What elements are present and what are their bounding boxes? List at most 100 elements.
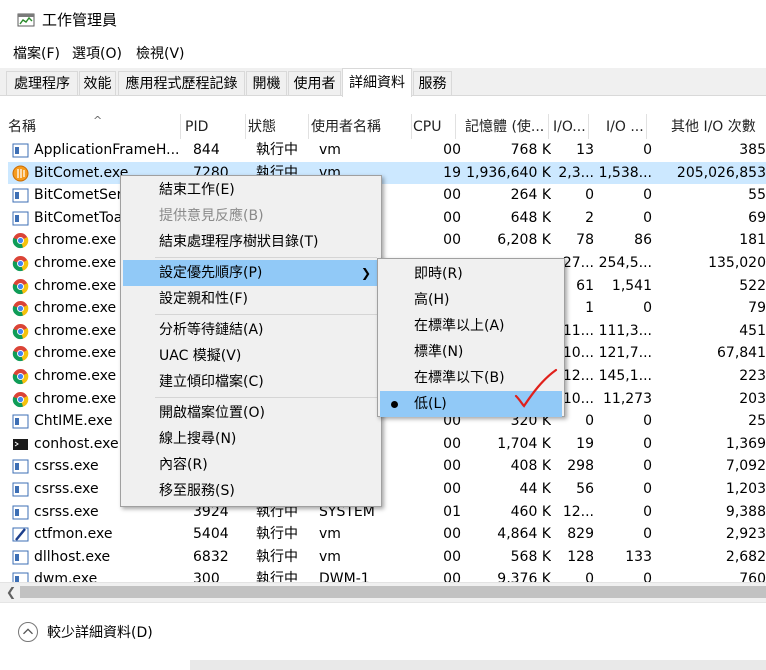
cell-other: 79	[748, 300, 766, 317]
cell-other: 181	[739, 232, 766, 249]
column-divider[interactable]	[308, 114, 309, 139]
cell-io1: 829	[567, 526, 594, 543]
cell-other: 69	[748, 209, 766, 226]
menu-item-label: 開啟檔案位置(O)	[159, 405, 265, 421]
cell-mem: 1,704 K	[497, 435, 551, 452]
cell-other: 67,841	[717, 345, 766, 362]
cell-name: ctfmon.exe	[34, 526, 113, 543]
cell-status: 執行中	[256, 526, 298, 543]
column-header-6[interactable]: I/O...	[553, 111, 591, 139]
column-divider[interactable]	[245, 114, 246, 139]
table-row[interactable]: ctfmon.exe 5404 執行中 vm 00 4,864 K 829 0 2,923	[8, 523, 766, 546]
priority-option-label: 標準(N)	[414, 344, 464, 360]
column-header-4[interactable]: CPU	[413, 111, 453, 139]
column-header-5[interactable]: 記憶體 (使...	[465, 111, 555, 139]
app-window-icon	[12, 550, 29, 565]
cell-mem: 1,936,640 K	[466, 164, 551, 181]
cell-pid: 5404	[193, 526, 229, 543]
fewer-details-link[interactable]: 較少詳細資料(D)	[47, 622, 153, 644]
context-menu: 結束工作(E) 提供意見反應(B) 結束處理程序樹狀目錄(T) 設定優先順序(P) ❯ 設…	[120, 175, 382, 507]
tab-6[interactable]: 服務	[413, 71, 452, 95]
column-header-1[interactable]: PID	[185, 111, 245, 139]
priority-option-3[interactable]: 標準(N)	[380, 339, 562, 365]
menu-item-label: 設定優先順序(P)	[159, 265, 263, 281]
column-divider[interactable]	[455, 114, 456, 139]
menu-bar: 檔案(F) 選項(O) 檢視(V)	[0, 42, 766, 66]
context-menu-item-2[interactable]: 結束處理程序樹狀目錄(T)	[123, 229, 379, 255]
chevron-up-icon[interactable]	[18, 622, 38, 642]
cell-io2: 0	[643, 187, 652, 204]
menu-options[interactable]: 選項(O)	[72, 42, 122, 66]
context-menu-item-13[interactable]: 內容(R)	[123, 452, 379, 478]
cell-io1: 0	[585, 187, 594, 204]
scrollbar-thumb[interactable]	[20, 586, 766, 598]
priority-option-label: 低(L)	[414, 396, 447, 412]
cell-status: 執行中	[256, 142, 298, 158]
chrome-icon	[12, 369, 29, 385]
priority-option-1[interactable]: 高(H)	[380, 287, 562, 313]
menu-file[interactable]: 檔案(F)	[13, 42, 60, 66]
menu-item-label: UAC 模擬(V)	[159, 348, 242, 364]
table-row[interactable]: ApplicationFrameH... 844 執行中 vm 00 768 K 13 0 38…	[8, 139, 766, 162]
context-menu-item-4[interactable]: 設定優先順序(P) ❯	[123, 260, 379, 286]
tab-0[interactable]: 處理程序	[6, 71, 78, 95]
context-menu-item-7[interactable]: 分析等待鏈結(A)	[123, 317, 379, 343]
cell-other: 2,682	[725, 548, 766, 565]
window-title: 工作管理員	[42, 11, 118, 29]
cell-cpu: 00	[443, 548, 461, 565]
context-menu-item-11[interactable]: 開啟檔案位置(O)	[123, 400, 379, 426]
tab-5[interactable]: 詳細資料	[342, 68, 412, 97]
tab-2[interactable]: 應用程式歷程記錄	[118, 71, 245, 95]
cell-io1: 2	[585, 209, 594, 226]
app-window-icon	[12, 482, 29, 497]
cell-io1: 78	[576, 232, 594, 249]
cell-mem: 768 K	[510, 142, 551, 158]
cell-other: 1,203	[725, 481, 766, 497]
priority-option-0[interactable]: 即時(R)	[380, 261, 562, 287]
cell-io2: 0	[643, 300, 652, 317]
cell-cpu: 00	[443, 458, 461, 475]
cell-user: vm	[319, 142, 341, 158]
context-menu-item-12[interactable]: 線上搜尋(N)	[123, 426, 379, 452]
menu-item-label: 設定親和性(F)	[159, 291, 248, 307]
context-menu-item-14[interactable]: 移至服務(S)	[123, 478, 379, 504]
cell-io2: 1,538...	[598, 164, 652, 181]
priority-option-label: 在標準以下(B)	[414, 370, 505, 386]
menu-item-label: 結束工作(E)	[159, 182, 235, 198]
column-divider[interactable]	[588, 114, 589, 139]
column-divider[interactable]	[411, 114, 412, 139]
context-menu-item-8[interactable]: UAC 模擬(V)	[123, 343, 379, 369]
column-divider[interactable]	[180, 114, 181, 139]
app-window-icon	[12, 459, 29, 474]
scroll-left-icon[interactable]: ❮	[2, 583, 20, 601]
column-divider[interactable]	[548, 114, 549, 139]
cell-io2: 1,541	[611, 277, 652, 294]
cell-io2: 133	[625, 548, 652, 565]
menu-view[interactable]: 檢視(V)	[136, 42, 185, 66]
column-divider[interactable]	[646, 114, 647, 139]
tab-3[interactable]: 開機	[246, 71, 287, 95]
console-icon	[13, 438, 28, 450]
menu-item-label: 結束處理程序樹狀目錄(T)	[159, 234, 319, 250]
cell-status: 執行中	[256, 548, 298, 565]
app-window-icon	[12, 211, 29, 226]
table-row[interactable]: dllhost.exe 6832 執行中 vm 00 568 K 128 133 2,682	[8, 546, 766, 569]
tab-1[interactable]: 效能	[79, 71, 116, 95]
app-window-icon	[12, 188, 29, 203]
context-menu-item-5[interactable]: 設定親和性(F)	[123, 286, 379, 312]
tab-4[interactable]: 使用者	[288, 71, 341, 95]
priority-option-2[interactable]: 在標準以上(A)	[380, 313, 562, 339]
cell-other: 522	[739, 277, 766, 294]
column-header-8[interactable]: 其他 I/O 次數	[671, 111, 761, 139]
context-menu-item-9[interactable]: 建立傾印檔案(C)	[123, 369, 379, 395]
context-menu-item-0[interactable]: 結束工作(E)	[123, 177, 379, 203]
cell-cpu: 00	[443, 526, 461, 543]
column-header-2[interactable]: 狀態	[248, 111, 308, 139]
cell-mem: 460 K	[510, 503, 551, 520]
column-header-3[interactable]: 使用者名稱	[311, 111, 411, 139]
cell-io2: 0	[643, 458, 652, 475]
submenu-arrow-icon: ❯	[360, 266, 371, 280]
app-window-icon	[12, 505, 29, 520]
cell-other: 205,026,853	[676, 164, 766, 181]
cell-cpu: 01	[443, 503, 461, 520]
